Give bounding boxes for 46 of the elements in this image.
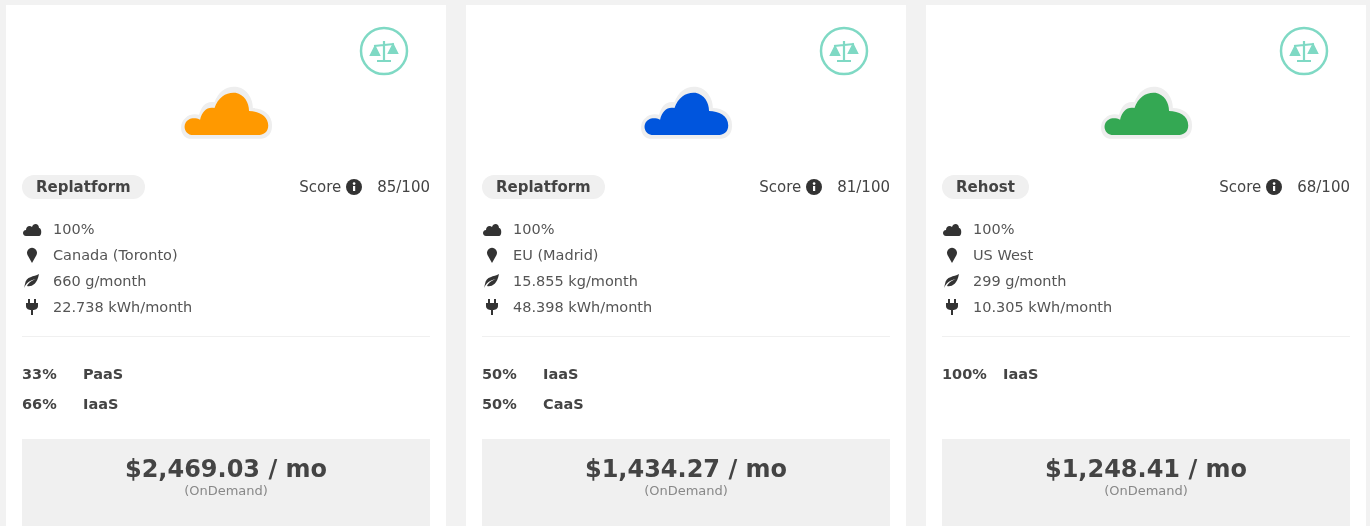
- service-type: IaaS: [83, 396, 119, 412]
- metric-text: 22.738 kWh/month: [53, 299, 193, 315]
- service-type: IaaS: [1003, 366, 1039, 382]
- metric-text: 660 g/month: [53, 273, 147, 289]
- metric-text: Canada (Toronto): [53, 247, 178, 263]
- strategy-tag: Replatform: [22, 175, 145, 199]
- strategy-tag: Replatform: [482, 175, 605, 199]
- pricing-model: (OnDemand): [644, 483, 728, 498]
- cloud-icon: [22, 222, 42, 236]
- leaf-icon: [942, 273, 962, 289]
- score-value: 68/100: [1297, 178, 1350, 196]
- strategy-tag: Rehost: [942, 175, 1029, 199]
- info-icon[interactable]: [1266, 179, 1283, 195]
- metric-text: 10.305 kWh/month: [973, 299, 1113, 315]
- cloud-icon: [942, 222, 962, 236]
- service-share: 100%: [942, 366, 988, 382]
- leaf-icon: [22, 273, 42, 289]
- score-label: Score: [759, 178, 802, 196]
- metric-text: 15.855 kg/month: [513, 273, 638, 289]
- score-label: Score: [1219, 178, 1262, 196]
- service-type: PaaS: [83, 366, 124, 382]
- metric-text: 100%: [53, 221, 95, 237]
- score-label: Score: [299, 178, 342, 196]
- pricing-model: (OnDemand): [1104, 483, 1188, 498]
- score-value: 81/100: [837, 178, 890, 196]
- service-share: 50%: [482, 366, 518, 382]
- monthly-price: $2,469.03 / mo: [124, 455, 328, 483]
- score-value: 85/100: [377, 178, 430, 196]
- monthly-price: $1,434.27 / mo: [584, 455, 788, 483]
- metric-text: 48.398 kWh/month: [513, 299, 653, 315]
- metric-text: US West: [973, 247, 1034, 263]
- service-type: CaaS: [543, 396, 584, 412]
- metric-text: 100%: [513, 221, 555, 237]
- info-icon[interactable]: [346, 179, 363, 195]
- metric-text: 299 g/month: [973, 273, 1067, 289]
- metric-text: EU (Madrid): [513, 247, 599, 263]
- info-icon[interactable]: [806, 179, 823, 195]
- monthly-price: $1,248.41 / mo: [1044, 455, 1248, 483]
- cloud-icon: [482, 222, 502, 236]
- service-share: 50%: [482, 396, 518, 412]
- leaf-icon: [482, 273, 502, 289]
- service-type: IaaS: [543, 366, 579, 382]
- pricing-model: (OnDemand): [184, 483, 268, 498]
- service-share: 33%: [22, 366, 58, 382]
- metric-text: 100%: [973, 221, 1015, 237]
- service-share: 66%: [22, 396, 58, 412]
